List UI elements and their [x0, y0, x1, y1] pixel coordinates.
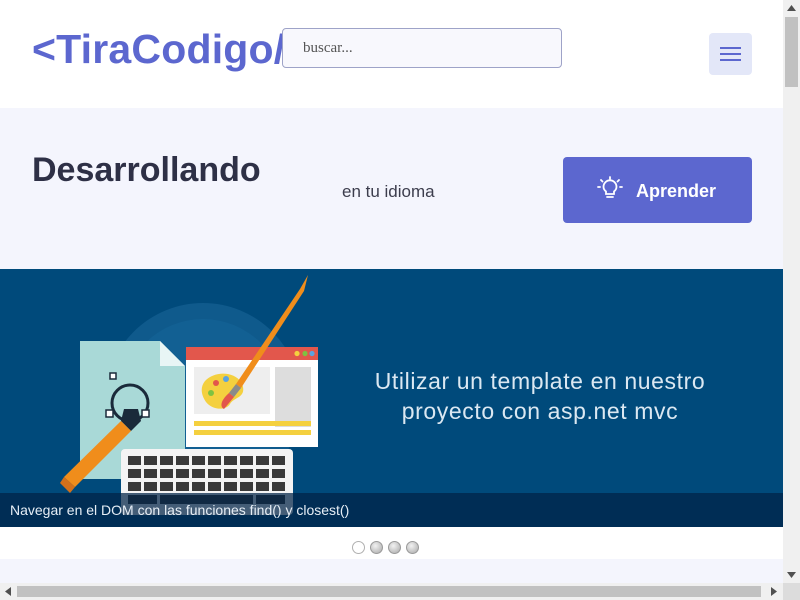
site-logo[interactable]: <TiraCodigo/>: [32, 26, 310, 73]
slide-headline-line: Utilizar un template en nuestro: [374, 368, 706, 394]
search-input[interactable]: [282, 28, 562, 68]
vertical-scroll-thumb[interactable]: [785, 17, 798, 87]
menu-button[interactable]: [709, 33, 752, 75]
slide-headline-line: proyecto con asp.net mvc: [401, 398, 679, 424]
carousel-indicators: [352, 541, 424, 557]
slide-headline[interactable]: Utilizar un template en nuestro proyecto…: [320, 366, 760, 426]
featured-carousel[interactable]: Utilizar un template en nuestro proyecto…: [0, 269, 783, 527]
scroll-left-icon[interactable]: [5, 587, 11, 596]
page: <TiraCodigo/> Desarrollando en tu idioma: [0, 0, 783, 583]
scroll-up-icon[interactable]: [787, 5, 796, 11]
horizontal-scroll-thumb[interactable]: [17, 586, 761, 597]
learn-button[interactable]: Aprender: [563, 157, 752, 223]
scrollbar-corner: [783, 583, 800, 600]
next-section: [0, 559, 783, 583]
carousel-dot-1[interactable]: [352, 541, 365, 554]
slide-caption[interactable]: Navegar en el DOM con las funciones find…: [10, 502, 349, 518]
slide-caption-bar: Navegar en el DOM con las funciones find…: [0, 493, 783, 527]
hero-subtitle: en tu idioma: [342, 182, 435, 201]
site-header: <TiraCodigo/>: [0, 0, 783, 108]
lightbulb-icon: [597, 176, 623, 198]
hero-title: Desarrollando: [32, 151, 261, 189]
scroll-right-icon[interactable]: [771, 587, 777, 596]
scroll-down-icon[interactable]: [787, 572, 796, 578]
carousel-dot-4[interactable]: [406, 541, 419, 554]
vertical-scrollbar[interactable]: [783, 0, 800, 583]
horizontal-scrollbar[interactable]: [0, 583, 783, 600]
carousel-dot-2[interactable]: [370, 541, 383, 554]
carousel-dot-3[interactable]: [388, 541, 401, 554]
hero-section: Desarrollando en tu idioma Aprender: [0, 108, 783, 269]
learn-button-label: Aprender: [636, 181, 717, 201]
